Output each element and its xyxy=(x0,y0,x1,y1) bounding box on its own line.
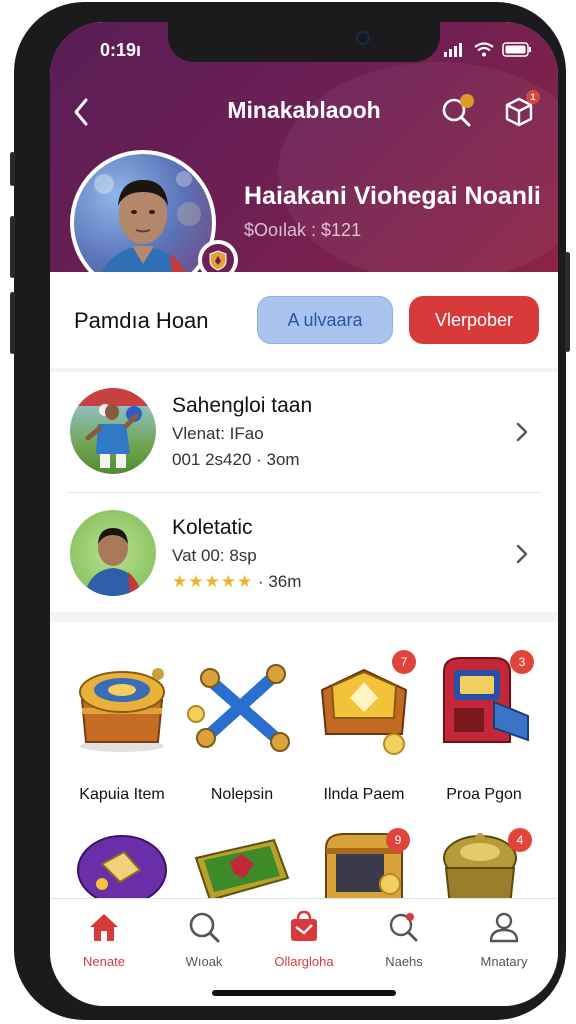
tab-rewards[interactable]: Ollargloha xyxy=(254,909,354,969)
status-icons xyxy=(444,42,532,57)
home-icon xyxy=(90,914,118,941)
search-lens-icon xyxy=(189,912,220,943)
search-notification-dot xyxy=(460,94,474,108)
star-rating: ★★★★★ xyxy=(172,572,254,591)
notch xyxy=(168,22,440,62)
list-item-duration: · 36m xyxy=(257,572,302,591)
inventory-box-button[interactable]: 1 xyxy=(502,90,540,128)
grid-item-badge: 3 xyxy=(510,650,534,674)
phone-volume-up-button xyxy=(10,216,15,278)
profile-display-name: Haiakani Viohegai Noanli xyxy=(244,182,541,210)
phone-frame: 0:19ı Minakablaooh 1 Haiakani Viohegai N… xyxy=(10,2,570,1020)
grid-item-label: Nolepsin xyxy=(210,786,274,803)
tab-label: Mnatary xyxy=(480,954,528,969)
green-tablet-icon xyxy=(194,838,290,902)
signal-icon xyxy=(444,42,462,57)
home-indicator[interactable] xyxy=(212,990,396,996)
chevron-left-icon xyxy=(74,98,88,126)
list-item-meta: 001 2s420 · 3om xyxy=(172,450,300,469)
list-item-title: Koletatic xyxy=(172,516,253,539)
treasure-chest-icon xyxy=(79,668,165,752)
screen: 0:19ı Minakablaooh 1 Haiakani Viohegai N… xyxy=(50,22,558,1006)
chevron-right-icon xyxy=(516,544,528,564)
list-item-detail: Vat 00: 8sp xyxy=(172,546,257,565)
grid-item[interactable]: 7 Ilnda Paem xyxy=(304,642,424,803)
gift-bag-icon xyxy=(291,910,317,941)
grid-item-label: Proa Pgon xyxy=(446,786,522,803)
battery-icon xyxy=(502,42,531,57)
list-item-title: Sahengloi taan xyxy=(172,394,313,417)
grid-item[interactable]: 3 Proa Pgon xyxy=(424,642,544,803)
items-grid: Kapuia Item Nolepsin 7 Ilnda Paem 3 Proa… xyxy=(50,622,558,907)
phone-power-button xyxy=(565,252,570,352)
user-name: Pamdıa Hoan xyxy=(74,308,209,333)
tab-search[interactable]: Wıoak xyxy=(154,909,254,969)
back-button[interactable] xyxy=(68,96,96,128)
crossed-bones-icon xyxy=(187,664,290,752)
box-badge: 1 xyxy=(526,90,540,104)
grid-item[interactable]: Kapuia Item xyxy=(62,642,182,803)
list-item[interactable]: Sahengloi taan Vlenat: IFao 001 2s420 · … xyxy=(50,372,558,492)
profile-icon xyxy=(489,912,519,943)
tab-label: Naehs xyxy=(385,954,423,969)
list-item[interactable]: Koletatic Vat 00: 8sp ★★★★★ · 36m xyxy=(50,492,558,612)
grid-item[interactable]: Nolepsin xyxy=(182,642,302,803)
front-camera xyxy=(356,31,370,45)
phone-volume-down-button xyxy=(10,292,15,354)
purple-orb-icon xyxy=(77,835,167,905)
grid-item-badge: 7 xyxy=(392,650,416,674)
grid-item-label: Ilnda Paem xyxy=(323,786,405,803)
list-item-avatar xyxy=(70,388,156,474)
search-button[interactable] xyxy=(440,94,474,128)
player-action-icon xyxy=(70,388,156,468)
top-navigation-bar: Minakablaooh 1 xyxy=(50,90,558,132)
status-time: 0:19ı xyxy=(100,40,142,60)
grid-item-badge: 9 xyxy=(386,828,410,852)
tab-label: Wıoak xyxy=(185,954,223,969)
chevron-right-icon xyxy=(516,422,528,442)
tab-news[interactable]: Naehs xyxy=(354,909,454,969)
list-item-detail: Vlenat: IFao xyxy=(172,424,264,443)
notification-search-icon xyxy=(389,913,418,942)
grid-item-badge: 4 xyxy=(508,828,532,852)
player-portrait-icon xyxy=(84,528,142,596)
profile-balance: $Ooılak : $121 xyxy=(244,220,362,240)
app-title: Minakablaooh xyxy=(227,97,381,123)
list-item-meta: ★★★★★ · 36m xyxy=(172,572,301,592)
tab-label: Ollargloha xyxy=(274,954,334,969)
tab-label: Nenate xyxy=(83,954,125,969)
grid-item-label: Kapuia Item xyxy=(79,786,165,803)
list-item-avatar xyxy=(70,510,156,596)
tab-profile[interactable]: Mnatary xyxy=(454,909,554,969)
crest-icon xyxy=(209,250,227,271)
wifi-icon xyxy=(474,42,494,57)
tab-home[interactable]: Nenate xyxy=(54,909,154,969)
secondary-action-button[interactable]: Vlerpober xyxy=(409,296,539,344)
phone-mute-button xyxy=(10,152,15,186)
primary-action-button[interactable]: A ulvaara xyxy=(257,296,393,344)
list-divider xyxy=(66,492,542,493)
